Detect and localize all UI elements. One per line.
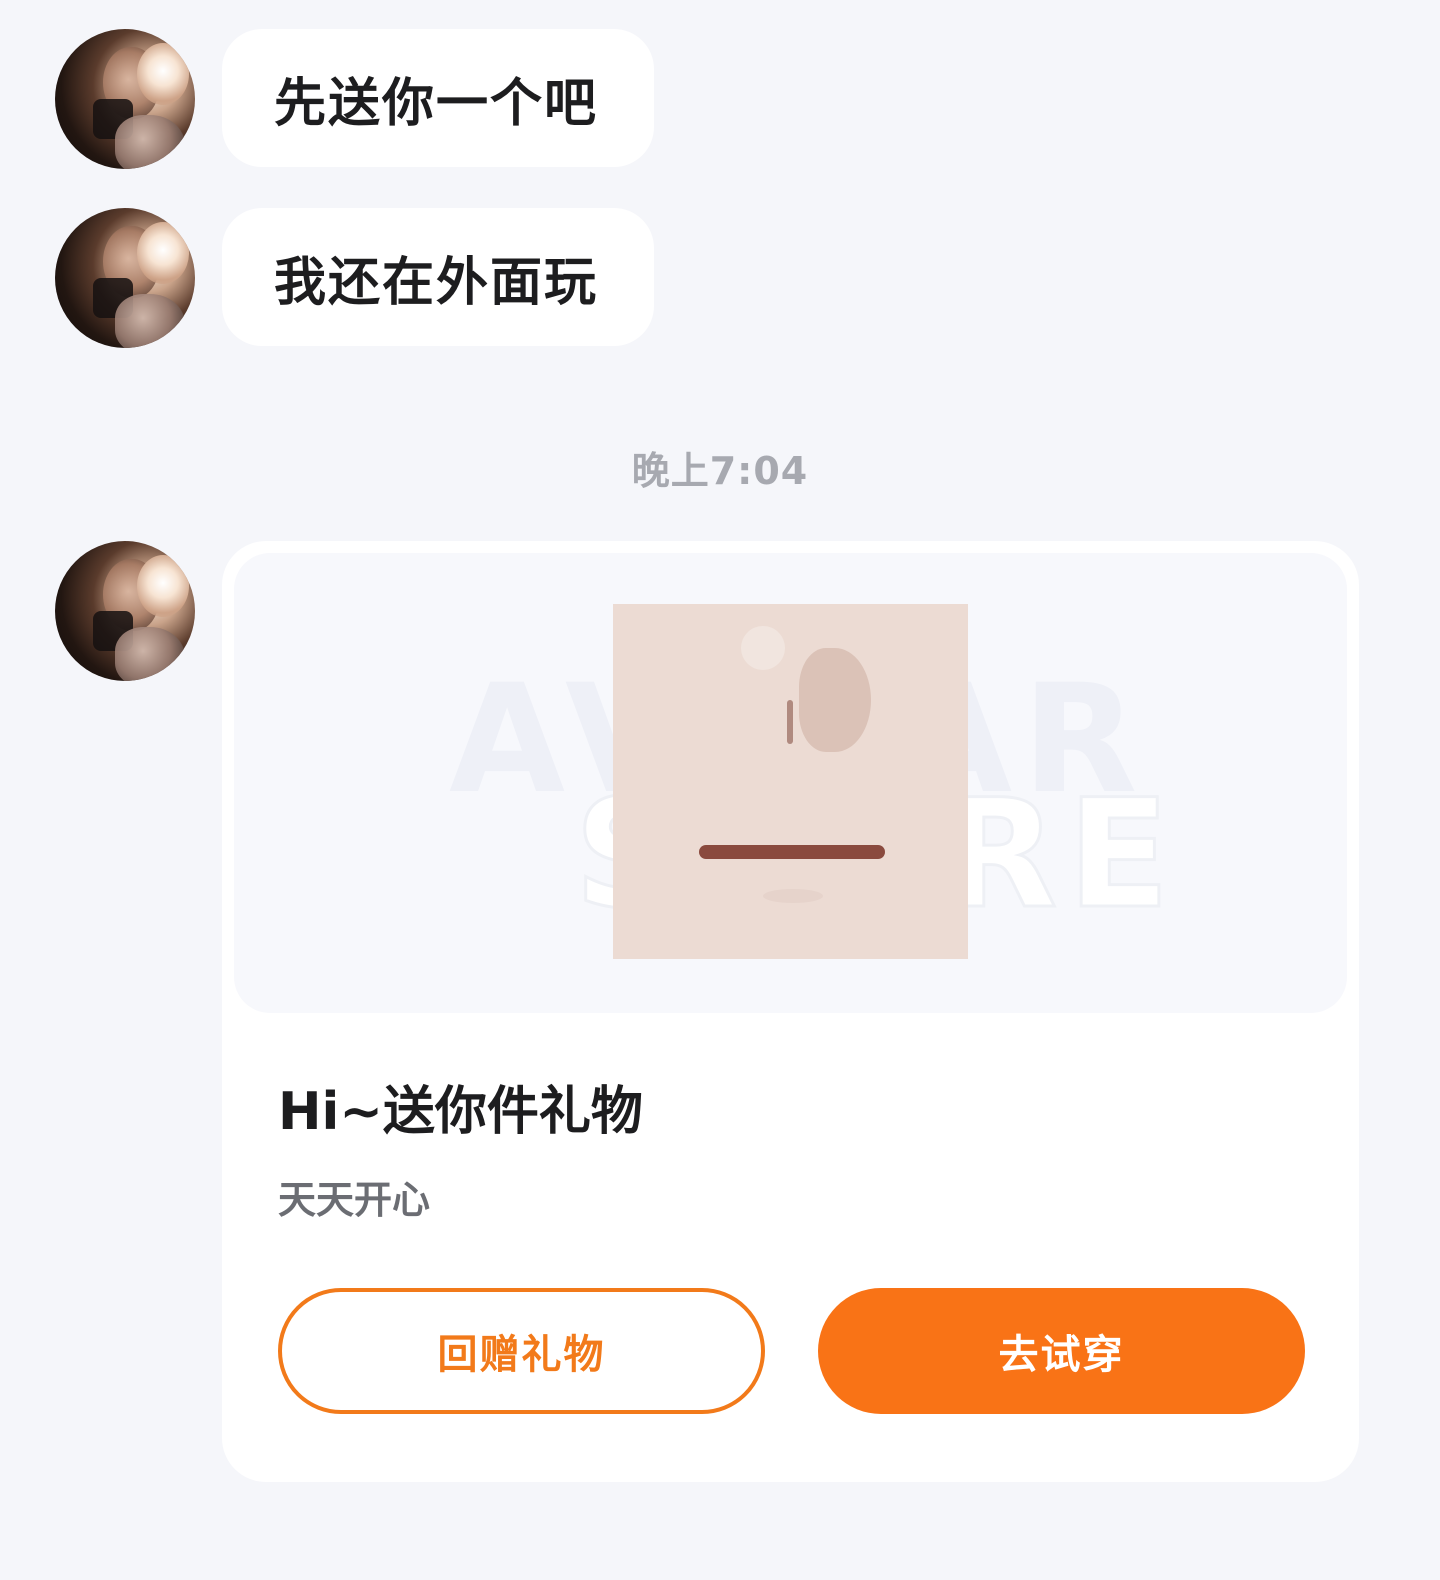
gift-subtitle: 天天开心 — [278, 1178, 431, 1222]
face-eye-line — [787, 700, 793, 744]
sender-avatar[interactable] — [55, 29, 195, 169]
try-on-label: 去试穿 — [998, 1332, 1125, 1378]
message-bubble[interactable]: 先送你一个吧 — [222, 29, 654, 167]
avatar-face — [137, 43, 189, 105]
message-timestamp: 晚上7:04 — [631, 449, 809, 493]
face-mouth — [699, 845, 885, 859]
avatar-face — [137, 222, 189, 284]
sender-avatar[interactable] — [55, 208, 195, 348]
avatar-hand — [115, 294, 185, 348]
gift-preview[interactable]: AVATAR STORE — [234, 553, 1347, 1013]
return-gift-label: 回赠礼物 — [437, 1332, 606, 1378]
chat-screen: 先送你一个吧 我还在外面玩 晚上7:04 AVATAR STORE — [0, 0, 1440, 1580]
avatar-face — [137, 555, 189, 617]
message-text: 我还在外面玩 — [274, 252, 599, 313]
face-eye — [799, 648, 871, 752]
face-highlight — [741, 626, 785, 670]
message-bubble[interactable]: 我还在外面玩 — [222, 208, 654, 346]
gift-card[interactable]: AVATAR STORE Hi~送你件礼物 天天开心 回赠礼物 去试穿 — [222, 541, 1359, 1482]
return-gift-button[interactable]: 回赠礼物 — [278, 1288, 765, 1414]
gift-item-image — [613, 604, 968, 959]
gift-title: Hi~送你件礼物 — [278, 1082, 643, 1142]
face-chin — [763, 889, 823, 903]
message-text: 先送你一个吧 — [274, 73, 599, 134]
sender-avatar[interactable] — [55, 541, 195, 681]
try-on-button[interactable]: 去试穿 — [818, 1288, 1305, 1414]
avatar-hand — [115, 627, 185, 681]
avatar-hand — [115, 115, 185, 169]
